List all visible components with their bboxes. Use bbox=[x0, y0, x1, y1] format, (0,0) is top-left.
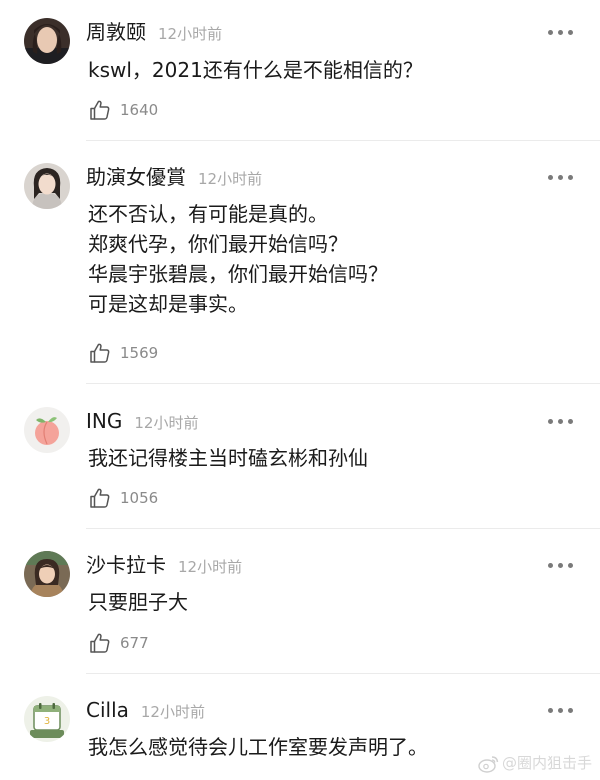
user-avatar[interactable] bbox=[24, 407, 70, 453]
comment-text: 我还记得楼主当时磕玄彬和孙仙 bbox=[88, 443, 368, 473]
like-count: 1056 bbox=[120, 489, 159, 507]
user-avatar-woman-icon bbox=[24, 163, 70, 209]
comment-line: 可是这却是事实。 bbox=[88, 292, 248, 316]
user-avatar[interactable] bbox=[24, 18, 70, 64]
comment-line: 我还记得楼主当时磕玄彬和孙仙 bbox=[88, 446, 368, 470]
username[interactable]: 助演女優賞 bbox=[86, 165, 186, 189]
thumbs-up-icon bbox=[90, 100, 110, 120]
user-avatar[interactable] bbox=[24, 163, 70, 209]
timestamp: 12小时前 bbox=[198, 170, 263, 188]
more-options-icon[interactable] bbox=[548, 706, 574, 716]
divider bbox=[86, 383, 600, 384]
comment-line: kswl，2021还有什么是不能相信的？ bbox=[88, 58, 423, 82]
comment-line: 华晨宇张碧晨，你们最开始信吗？ bbox=[88, 262, 388, 286]
divider bbox=[86, 140, 600, 141]
like-count: 1569 bbox=[120, 344, 159, 362]
timestamp: 12小时前 bbox=[134, 414, 199, 432]
thumbs-up-icon bbox=[90, 633, 110, 653]
watermark-text: @圈内狙击手 bbox=[502, 754, 593, 772]
like-count: 1640 bbox=[120, 101, 159, 119]
user-avatar[interactable]: 3 bbox=[24, 696, 70, 742]
peach-avatar-icon bbox=[24, 407, 70, 453]
comment-line: 只要胆子大 bbox=[88, 590, 188, 614]
user-avatar[interactable] bbox=[24, 551, 70, 597]
username[interactable]: Cilla bbox=[86, 698, 129, 722]
username[interactable]: ING bbox=[86, 409, 122, 433]
more-options-icon[interactable] bbox=[548, 28, 574, 38]
more-options-icon[interactable] bbox=[548, 417, 574, 427]
divider bbox=[86, 528, 600, 529]
thumbs-up-icon bbox=[90, 488, 110, 508]
timestamp: 12小时前 bbox=[178, 558, 243, 576]
thumbs-up-icon bbox=[90, 343, 110, 363]
svg-text:3: 3 bbox=[44, 716, 50, 727]
like-count: 677 bbox=[120, 634, 149, 652]
weibo-icon bbox=[478, 756, 499, 773]
calendar-avatar-icon: 3 bbox=[24, 696, 70, 742]
more-options-icon[interactable] bbox=[548, 173, 574, 183]
comment-line: 我怎么感觉待会儿工作室要发声明了。 bbox=[88, 735, 428, 759]
timestamp: 12小时前 bbox=[158, 25, 223, 43]
divider bbox=[86, 673, 600, 674]
comment-text: 只要胆子大 bbox=[88, 587, 188, 617]
username[interactable]: 沙卡拉卡 bbox=[86, 553, 166, 577]
timestamp: 12小时前 bbox=[140, 703, 205, 721]
username[interactable]: 周敦颐 bbox=[86, 20, 146, 44]
comment-text: kswl，2021还有什么是不能相信的？ bbox=[88, 55, 423, 85]
more-options-icon[interactable] bbox=[548, 561, 574, 571]
comment-line: 还不否认，有可能是真的。 bbox=[88, 202, 328, 226]
comment-text: 我怎么感觉待会儿工作室要发声明了。 bbox=[88, 732, 428, 762]
comment-line: 郑爽代孕，你们最开始信吗？ bbox=[88, 232, 348, 256]
user-avatar-man-icon bbox=[24, 18, 70, 64]
comment-text: 还不否认，有可能是真的。 郑爽代孕，你们最开始信吗？ 华晨宇张碧晨，你们最开始信… bbox=[88, 199, 388, 319]
user-avatar-girl-icon bbox=[24, 551, 70, 597]
